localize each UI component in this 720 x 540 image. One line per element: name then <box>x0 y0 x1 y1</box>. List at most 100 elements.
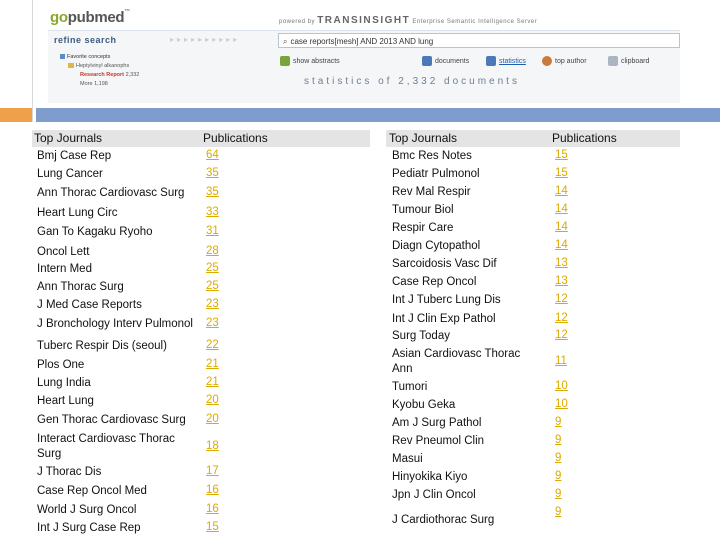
publication-count-link[interactable]: 20 <box>206 413 219 425</box>
publication-count-link[interactable]: 9 <box>555 452 561 464</box>
publication-count-link[interactable]: 16 <box>206 484 219 496</box>
publication-count-link[interactable]: 13 <box>555 257 568 269</box>
journal-name: Case Rep Oncol <box>392 276 477 288</box>
publication-count-link[interactable]: 14 <box>555 239 568 251</box>
publication-count-link[interactable]: 17 <box>206 465 219 477</box>
gopubmed-logo[interactable]: gopubmed™ <box>50 9 130 26</box>
publication-count-link[interactable]: 9 <box>555 434 561 446</box>
publication-count-link[interactable]: 22 <box>206 339 219 351</box>
journal-name: Plos One <box>37 359 85 371</box>
documents-icon <box>422 56 432 66</box>
publication-count-link[interactable]: 64 <box>206 149 219 161</box>
powered-prefix: powered by <box>279 19 316 25</box>
refine-tree: Favorite concepts Heptylvinyl alkanophs … <box>54 53 139 89</box>
publication-count-link[interactable]: 23 <box>206 298 219 310</box>
journal-name: Bmj Case Rep <box>37 150 112 162</box>
journal-name: Int J Tuberc Lung Dis <box>392 294 501 306</box>
refine-search-title: refine search <box>54 35 117 45</box>
journal-name: Int J Clin Exp Pathol <box>392 313 496 325</box>
publication-count-link[interactable]: 15 <box>555 167 568 179</box>
tree-item-more[interactable]: More 1,198 <box>54 80 139 89</box>
left-table-header: Top Journals Publications <box>32 130 370 147</box>
publication-count-link[interactable]: 21 <box>206 376 219 388</box>
publication-count-link[interactable]: 9 <box>555 416 561 428</box>
publication-count-link[interactable]: 15 <box>206 521 219 533</box>
journal-name: Am J Surg Pathol <box>392 417 482 429</box>
transinsight-brand[interactable]: TRANSINSIGHT <box>317 15 410 26</box>
journal-name: Respir Care <box>392 222 454 234</box>
publication-count-link[interactable]: 11 <box>555 355 567 367</box>
publication-count-link[interactable]: 20 <box>206 394 219 406</box>
publication-count-link[interactable]: 25 <box>206 262 219 274</box>
abstracts-icon <box>280 56 290 66</box>
blue-square-icon <box>60 54 65 60</box>
tree-item-folder[interactable]: Heptylvinyl alkanophs <box>54 62 139 71</box>
header-journal: Top Journals <box>34 131 103 145</box>
publication-count-link[interactable]: 14 <box>555 185 568 197</box>
publication-count-link[interactable]: 33 <box>206 206 219 218</box>
publication-count-link[interactable]: 14 <box>555 203 568 215</box>
tree-item-research-report[interactable]: Research Report 2,332 <box>54 71 139 80</box>
tree-item-label: Heptylvinyl alkanophs <box>76 63 130 69</box>
tree-item-favorites[interactable]: Favorite concepts <box>54 53 139 62</box>
publication-count-link[interactable]: 13 <box>555 275 568 287</box>
publication-count-link[interactable]: 31 <box>206 225 219 237</box>
logo-trademark: ™ <box>124 9 130 15</box>
publication-count-link[interactable]: 12 <box>555 293 568 305</box>
publication-count-link[interactable]: 9 <box>555 470 561 482</box>
journal-name: Masui <box>392 453 423 465</box>
journal-name: World J Surg Oncol <box>37 504 137 516</box>
publication-count-link[interactable]: 12 <box>555 329 568 341</box>
statistics-title: statistics of 2,332 documents <box>304 76 520 87</box>
publication-count-link[interactable]: 35 <box>206 186 219 198</box>
publication-count-link[interactable]: 10 <box>555 380 568 392</box>
journal-name: Tumori <box>392 381 428 393</box>
header-publications: Publications <box>203 131 268 145</box>
publication-count-link[interactable]: 12 <box>555 312 568 324</box>
statistics-button[interactable]: statistics <box>486 56 526 66</box>
clipboard-button[interactable]: clipboard <box>608 56 649 66</box>
journal-name: J Bronchology Interv Pulmonol <box>37 318 193 330</box>
publication-count-link[interactable]: 15 <box>555 149 568 161</box>
show-abstracts-button[interactable]: show abstracts <box>280 56 340 66</box>
journal-name: Bmc Res Notes <box>392 150 472 162</box>
journal-name: Case Rep Oncol Med <box>37 485 147 497</box>
query-input[interactable]: ⌕ case reports[mesh] AND 2013 AND lung <box>278 33 680 48</box>
journal-name: Surg Today <box>392 330 450 342</box>
app-header: gopubmed™ powered by TRANSINSIGHT Enterp… <box>0 0 720 122</box>
header-publications: Publications <box>552 131 617 145</box>
search-icon: ⌕ <box>283 37 288 46</box>
publication-count-link[interactable]: 14 <box>555 221 568 233</box>
journal-name: Pediatr Pulmonol <box>392 168 480 180</box>
publication-count-link[interactable]: 9 <box>555 506 561 518</box>
documents-button[interactable]: documents <box>422 56 469 66</box>
journal-name: Lung India <box>37 377 91 389</box>
journal-name: Gen Thorac Cardiovasc Surg <box>37 414 186 426</box>
publication-count-link[interactable]: 25 <box>206 280 219 292</box>
top-author-button[interactable]: top author <box>542 56 587 66</box>
publication-count-link[interactable]: 21 <box>206 358 219 370</box>
author-icon <box>542 56 552 66</box>
journal-name: Int J Surg Case Rep <box>37 522 141 534</box>
clipboard-icon <box>608 56 618 66</box>
query-text: case reports[mesh] AND 2013 AND lung <box>290 37 434 46</box>
journal-name: Ann Thorac Surg <box>37 281 124 293</box>
publication-count-link[interactable]: 10 <box>555 398 568 410</box>
orange-accent-bar <box>0 108 32 122</box>
publication-count-link[interactable]: 18 <box>206 440 219 452</box>
tree-item-label: Favorite concepts <box>67 54 111 60</box>
journal-name: Tuberc Respir Dis (seoul) <box>37 340 167 352</box>
powered-suffix: Enterprise Semantic Intelligence Server <box>412 19 538 25</box>
publication-count-link[interactable]: 35 <box>206 167 219 179</box>
journal-name: Jpn J Clin Oncol <box>392 489 476 501</box>
logo-pubmed-text: pubmed <box>67 9 125 26</box>
publication-count-link[interactable]: 16 <box>206 503 219 515</box>
journal-name: J Med Case Reports <box>37 299 142 311</box>
folder-icon <box>68 63 74 69</box>
publication-count-link[interactable]: 23 <box>206 317 219 329</box>
tree-item-label: More <box>80 81 93 87</box>
publication-count-link[interactable]: 9 <box>555 488 561 500</box>
powered-by: powered by TRANSINSIGHT Enterprise Seman… <box>279 15 537 26</box>
publication-count-link[interactable]: 28 <box>206 245 219 257</box>
toolbar-label: clipboard <box>621 57 650 65</box>
